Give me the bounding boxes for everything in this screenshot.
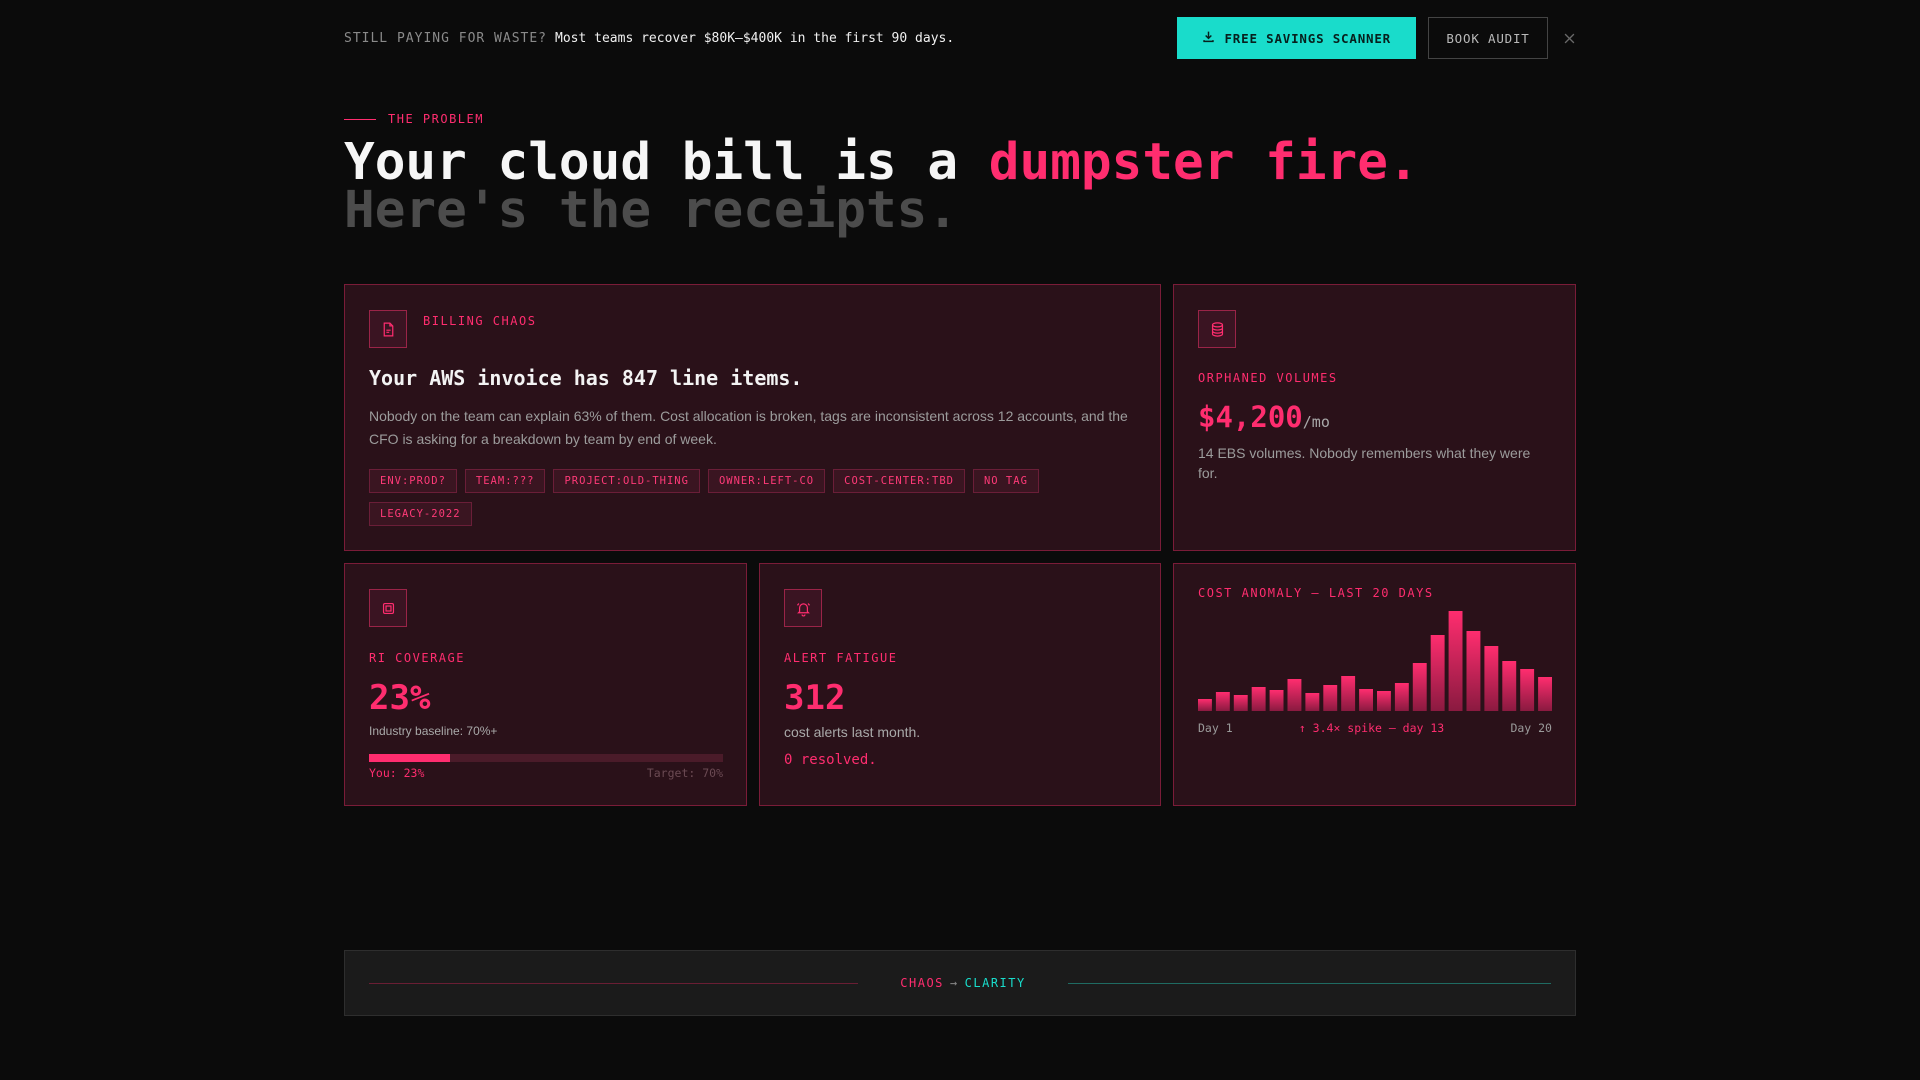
chart-bar-day-12 <box>1394 683 1409 711</box>
ri-target-label: Target: 70% <box>646 766 723 780</box>
alert-count-value: 312 <box>784 678 846 718</box>
ri-coverage-value: 23% <box>369 678 431 718</box>
cost-anomaly-label: COST ANOMALY — LAST 20 DAYS <box>1198 586 1434 600</box>
chaos-to-clarity-strip: CHAOS → CLARITY <box>344 950 1576 1016</box>
tag-chip: PROJECT:OLD-THING <box>553 469 700 493</box>
billing-chaos-label: BILLING CHAOS <box>423 314 537 328</box>
chart-bar-day-3 <box>1233 695 1248 711</box>
arrow-icon: → <box>949 976 959 990</box>
chaos-line <box>369 982 858 984</box>
banner-lead: STILL PAYING FOR WASTE? <box>344 30 548 46</box>
download-icon <box>1202 30 1215 46</box>
chart-bar-day-1 <box>1198 699 1212 711</box>
headline-accent: dumpster fire. <box>988 133 1419 192</box>
tag-chip: LEGACY-2022 <box>369 502 472 526</box>
banner-message: Most teams recover $80K–$400K in the fir… <box>555 30 955 46</box>
clarity-line <box>1068 982 1551 984</box>
alert-sub: cost alerts last month. <box>784 724 921 740</box>
ri-progress-track <box>369 754 723 762</box>
chart-bar-day-5 <box>1269 690 1284 711</box>
chart-bar-day-18 <box>1502 661 1517 711</box>
alert-fatigue-card: ALERT FATIGUE 312 cost alerts last month… <box>759 563 1161 806</box>
billing-description: Nobody on the team can explain 63% of th… <box>369 408 1128 447</box>
chart-bar-day-20 <box>1538 677 1552 711</box>
cost-anomaly-chart <box>1198 611 1552 711</box>
chart-bar-day-10 <box>1359 689 1373 711</box>
chart-bar-day-9 <box>1341 676 1356 711</box>
billing-title: Your AWS invoice has 847 line items. <box>369 366 803 390</box>
chart-bar-day-15 <box>1448 611 1463 711</box>
alert-fatigue-label: ALERT FATIGUE <box>784 651 898 665</box>
tag-chip: TEAM:??? <box>464 469 546 493</box>
orphaned-unit: /mo <box>1302 413 1330 431</box>
orphaned-volumes-label: ORPHANED VOLUMES <box>1198 371 1338 385</box>
ri-baseline: Industry baseline: 70%+ <box>369 724 498 738</box>
close-icon[interactable] <box>1562 31 1576 45</box>
database-icon <box>1198 310 1236 348</box>
eyebrow-text: THE PROBLEM <box>388 112 484 126</box>
chart-end-label: Day 20 <box>1510 721 1552 735</box>
chart-bar-day-8 <box>1323 685 1338 711</box>
chart-bar-day-16 <box>1466 631 1481 711</box>
chart-bar-day-19 <box>1520 669 1535 711</box>
chip-icon <box>369 589 407 627</box>
billing-chaos-card: BILLING CHAOS Your AWS invoice has 847 l… <box>344 284 1161 551</box>
free-savings-scanner-button[interactable]: FREE SAVINGS SCANNER <box>1177 17 1416 59</box>
chart-bar-day-7 <box>1305 693 1320 711</box>
chart-spike-label: ↑ 3.4× spike — day 13 <box>1298 721 1445 735</box>
page-subheadline: Here's the receipts. <box>344 181 959 240</box>
ri-progress-fill <box>369 754 451 762</box>
ri-coverage-label: RI COVERAGE <box>369 651 465 665</box>
cost-anomaly-card: COST ANOMALY — LAST 20 DAYS Day 1 ↑ 3.4×… <box>1173 563 1576 806</box>
tag-chip: ENV:PROD? <box>369 469 457 493</box>
eyebrow-line <box>344 118 376 120</box>
clarity-text: CLARITY <box>964 976 1026 990</box>
chart-bar-day-13 <box>1412 663 1427 711</box>
chart-bar-day-17 <box>1484 646 1499 711</box>
ri-progress-legend: You: 23% Target: 70% <box>369 766 723 780</box>
chart-bar-day-14 <box>1430 635 1445 711</box>
tag-chip: NO TAG <box>972 469 1039 493</box>
orphaned-volumes-card: ORPHANED VOLUMES $4,200/mo 14 EBS volume… <box>1173 284 1576 551</box>
orphaned-description: 14 EBS volumes. Nobody remembers what th… <box>1198 445 1531 481</box>
book-audit-button[interactable]: BOOK AUDIT <box>1428 17 1548 59</box>
document-icon <box>369 310 407 348</box>
chaos-clarity-caption: CHAOS → CLARITY <box>858 976 1068 990</box>
chart-start-label: Day 1 <box>1198 721 1233 735</box>
free-savings-scanner-label: FREE SAVINGS SCANNER <box>1224 30 1391 46</box>
ri-you-label: You: 23% <box>369 766 425 780</box>
tag-chip: COST-CENTER:TBD <box>833 469 965 493</box>
orphaned-cost-value: $4,200/mo <box>1198 400 1551 434</box>
tag-list: ENV:PROD? TEAM:??? PROJECT:OLD-THING OWN… <box>369 469 1149 526</box>
section-eyebrow: THE PROBLEM <box>344 112 484 126</box>
tag-chip: OWNER:LEFT-CO <box>707 469 826 493</box>
ri-coverage-card: RI COVERAGE 23% Industry baseline: 70%+ … <box>344 563 747 806</box>
bell-icon <box>784 589 822 627</box>
top-banner: STILL PAYING FOR WASTE? Most teams recov… <box>344 17 1576 59</box>
chart-footer: Day 1 ↑ 3.4× spike — day 13 Day 20 <box>1198 721 1552 735</box>
chart-bar-day-4 <box>1251 687 1266 711</box>
chart-bar-day-2 <box>1215 692 1230 711</box>
alert-resolved: 0 resolved. <box>784 752 877 768</box>
chaos-text: CHAOS <box>900 976 944 990</box>
chart-bar-day-11 <box>1377 691 1391 711</box>
orphaned-value: $4,200 <box>1198 400 1303 434</box>
chart-bar-day-6 <box>1287 679 1302 711</box>
